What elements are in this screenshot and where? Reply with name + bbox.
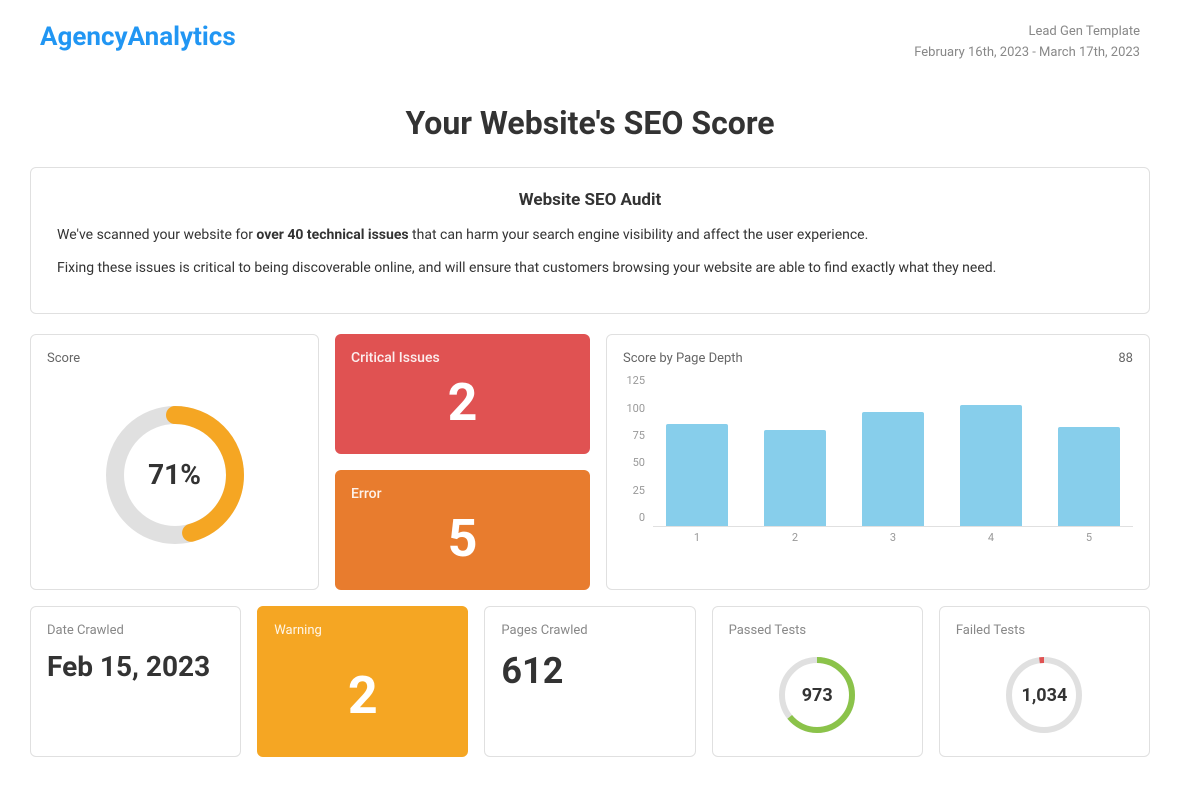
bar-group-5 [1045, 374, 1133, 526]
warning-card: Warning 2 [257, 606, 468, 757]
page-title-section: Your Website's SEO Score [0, 74, 1180, 167]
failed-tests-donut: 1,034 [956, 650, 1133, 740]
score-label: Score [47, 351, 80, 366]
audit-card: Website SEO Audit We've scanned your web… [30, 167, 1150, 315]
x-label-2: 2 [751, 531, 839, 544]
y-label-125: 125 [626, 374, 645, 387]
header-meta: Lead Gen Template February 16th, 2023 - … [914, 22, 1140, 64]
pages-crawled-card: Pages Crawled 612 [484, 606, 695, 757]
bar-chart-score: 88 [1118, 351, 1133, 366]
x-label-3: 3 [849, 531, 937, 544]
critical-value: 2 [351, 366, 574, 438]
bars-area: 1 2 3 4 5 [653, 374, 1133, 544]
bar-chart-title: Score by Page Depth [623, 351, 743, 366]
audit-text-2: Fixing these issues is critical to being… [57, 257, 1123, 281]
error-label: Error [351, 486, 574, 502]
metrics-row-1: Score 71% Critical Issues 2 Error 5 [30, 334, 1150, 590]
x-label-4: 4 [947, 531, 1035, 544]
page-title: Your Website's SEO Score [40, 104, 1140, 142]
bar-4 [960, 405, 1022, 527]
bar-chart-area: 125 100 75 50 25 0 [623, 374, 1133, 544]
audit-line1-suffix: that can harm your search engine visibil… [409, 227, 869, 243]
failed-tests-value: 1,034 [1022, 685, 1068, 706]
y-label-0: 0 [639, 511, 645, 524]
pages-crawled-label: Pages Crawled [501, 623, 678, 638]
audit-line1-bold: over 40 technical issues [256, 227, 408, 243]
score-donut-container: 71% [47, 376, 302, 573]
main-content: Website SEO Audit We've scanned your web… [0, 167, 1180, 803]
critical-label: Critical Issues [351, 350, 574, 366]
bar-1 [666, 424, 728, 526]
date-range: February 16th, 2023 - March 17th, 2023 [914, 43, 1140, 64]
bar-2 [764, 430, 826, 526]
y-label-100: 100 [626, 402, 645, 415]
error-value: 5 [351, 502, 574, 574]
template-name: Lead Gen Template [914, 22, 1140, 43]
header: AgencyAnalytics Lead Gen Template Februa… [0, 0, 1180, 74]
pages-crawled-value: 612 [501, 650, 678, 692]
y-label-50: 50 [633, 456, 645, 469]
y-label-25: 25 [633, 484, 645, 497]
critical-issues-card: Critical Issues 2 [335, 334, 590, 454]
y-label-75: 75 [633, 429, 645, 442]
y-axis: 125 100 75 50 25 0 [623, 374, 653, 544]
date-crawled-label: Date Crawled [47, 623, 224, 638]
failed-tests-card: Failed Tests 1,034 [939, 606, 1150, 757]
passed-tests-label: Passed Tests [729, 623, 906, 638]
error-card: Error 5 [335, 470, 590, 590]
bar-group-3 [849, 374, 937, 526]
score-card: Score 71% [30, 334, 319, 590]
issues-column: Critical Issues 2 Error 5 [335, 334, 590, 590]
date-crawled-card: Date Crawled Feb 15, 2023 [30, 606, 241, 757]
audit-text-1: We've scanned your website for over 40 t… [57, 224, 1123, 248]
bar-group-1 [653, 374, 741, 526]
bar-3 [862, 412, 924, 526]
metrics-row-2: Date Crawled Feb 15, 2023 Warning 2 Page… [30, 606, 1150, 757]
bar-group-2 [751, 374, 839, 526]
bar-chart-card: Score by Page Depth 88 125 100 75 50 25 … [606, 334, 1150, 590]
failed-tests-label: Failed Tests [956, 623, 1133, 638]
passed-tests-value: 973 [802, 685, 833, 706]
score-value: 71% [148, 458, 201, 491]
logo-plain: Agency [40, 22, 128, 52]
audit-line1-prefix: We've scanned your website for [57, 227, 256, 243]
logo-bold: Analytics [128, 22, 236, 52]
warning-label: Warning [274, 623, 451, 638]
bar-5 [1058, 427, 1120, 526]
x-label-1: 1 [653, 531, 741, 544]
passed-tests-card: Passed Tests 973 [712, 606, 923, 757]
date-crawled-value: Feb 15, 2023 [47, 650, 224, 683]
bars-inner [653, 374, 1133, 527]
logo: AgencyAnalytics [40, 22, 236, 52]
warning-value: 2 [274, 650, 451, 740]
x-labels: 1 2 3 4 5 [653, 531, 1133, 544]
bar-group-4 [947, 374, 1035, 526]
bar-chart-header: Score by Page Depth 88 [623, 351, 1133, 366]
passed-tests-donut: 973 [729, 650, 906, 740]
x-label-5: 5 [1045, 531, 1133, 544]
audit-card-title: Website SEO Audit [57, 190, 1123, 210]
